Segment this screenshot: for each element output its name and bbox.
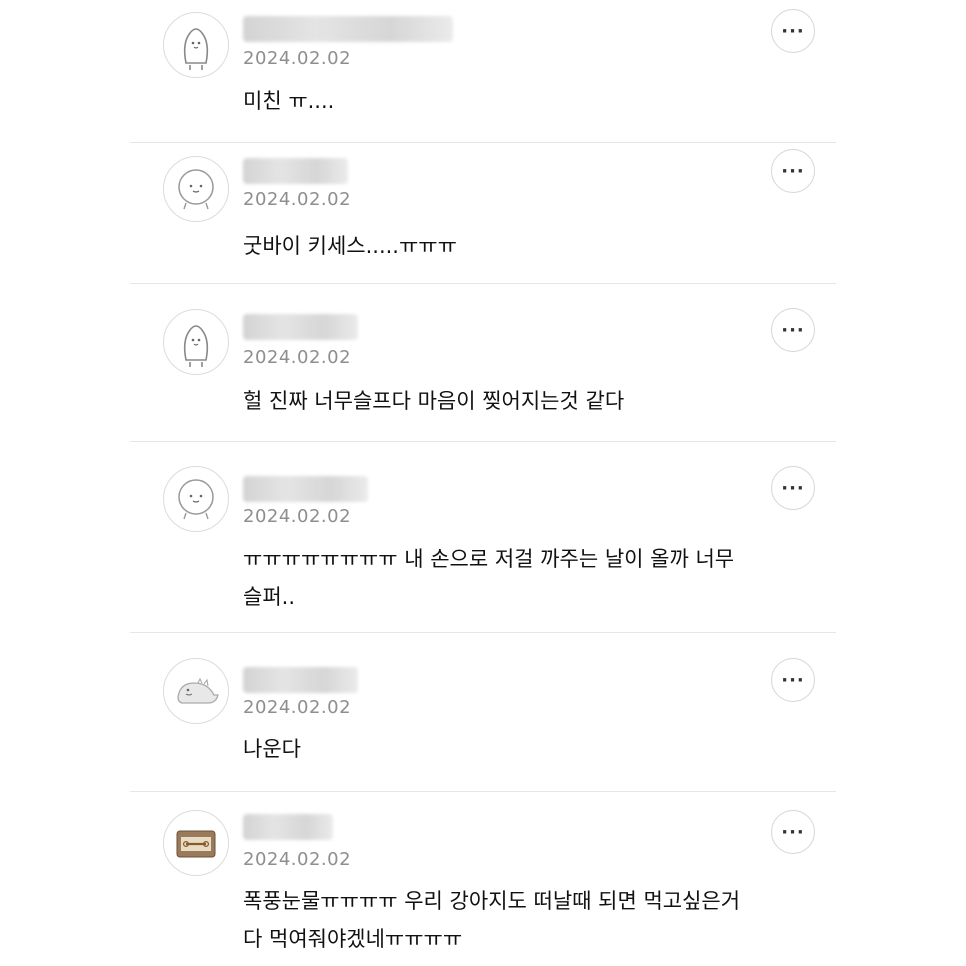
comment-text-line: ㅠㅠㅠㅠㅠㅠㅠㅠ 내 손으로 저걸 까주는 날이 올까 너무 (243, 547, 735, 571)
ellipsis-icon: ··· (781, 669, 805, 691)
comment-item: 2024.02.02 ㅠㅠㅠㅠㅠㅠㅠㅠ 내 손으로 저걸 까주는 날이 올까 너… (130, 442, 836, 632)
penguin-avatar-icon[interactable] (163, 12, 229, 78)
comment-text-line: 다 먹여줘야겠네ㅠㅠㅠㅠ (243, 927, 463, 951)
more-options-button[interactable]: ··· (771, 149, 815, 193)
ellipsis-icon: ··· (781, 477, 805, 499)
penguin-avatar-icon[interactable] (163, 309, 229, 375)
more-options-button[interactable]: ··· (771, 466, 815, 510)
username-redacted (243, 476, 368, 502)
comment-date: 2024.02.02 (243, 849, 352, 870)
username-redacted (243, 814, 333, 840)
comment-text: ㅠㅠㅠㅠㅠㅠㅠㅠ 내 손으로 저걸 까주는 날이 올까 너무 슬퍼.. (243, 540, 803, 616)
comment-date: 2024.02.02 (243, 48, 352, 69)
username-redacted (243, 667, 358, 693)
comment-date: 2024.02.02 (243, 189, 352, 210)
more-options-button[interactable]: ··· (771, 810, 815, 854)
username-redacted (243, 314, 358, 340)
comment-date: 2024.02.02 (243, 347, 352, 368)
comment-list: 2024.02.02 미친 ㅠ.... ··· 2024.02.02 굿바이 키… (0, 0, 966, 966)
comment-text: 폭풍눈물ㅠㅠㅠㅠ 우리 강아지도 떠날때 되면 먹고싶은거 다 먹여줘야겠네ㅠㅠ… (243, 882, 803, 958)
more-options-button[interactable]: ··· (771, 9, 815, 53)
comment-date: 2024.02.02 (243, 506, 352, 527)
comment-text: 미친 ㅠ.... (243, 89, 335, 113)
dinosaur-avatar-icon[interactable] (163, 658, 229, 724)
ellipsis-icon: ··· (781, 319, 805, 341)
comment-item: 2024.02.02 나운다 ··· (130, 633, 836, 791)
more-options-button[interactable]: ··· (771, 658, 815, 702)
comment-text: 헐 진짜 너무슬프다 마음이 찢어지는것 같다 (243, 389, 625, 413)
comment-text: 나운다 (243, 737, 301, 761)
comment-item: 2024.02.02 미친 ㅠ.... ··· (130, 0, 836, 140)
comment-text: 굿바이 키세스.....ㅠㅠㅠ (243, 234, 457, 258)
more-options-button[interactable]: ··· (771, 308, 815, 352)
round-face-avatar-icon[interactable] (163, 466, 229, 532)
comment-item: 2024.02.02 폭풍눈물ㅠㅠㅠㅠ 우리 강아지도 떠날때 되면 먹고싶은거… (130, 792, 836, 966)
comment-item: 2024.02.02 굿바이 키세스.....ㅠㅠㅠ ··· (130, 143, 836, 283)
comment-text-line: 폭풍눈물ㅠㅠㅠㅠ 우리 강아지도 떠날때 되면 먹고싶은거 (243, 889, 741, 913)
handbag-avatar-icon[interactable] (163, 810, 229, 876)
comment-item: 2024.02.02 헐 진짜 너무슬프다 마음이 찢어지는것 같다 ··· (130, 284, 836, 440)
comment-text-line: 슬퍼.. (243, 585, 295, 609)
username-redacted (243, 16, 453, 42)
ellipsis-icon: ··· (781, 20, 805, 42)
ellipsis-icon: ··· (781, 821, 805, 843)
comment-date: 2024.02.02 (243, 697, 352, 718)
username-redacted (243, 158, 348, 184)
ellipsis-icon: ··· (781, 160, 805, 182)
round-face-avatar-icon[interactable] (163, 156, 229, 222)
